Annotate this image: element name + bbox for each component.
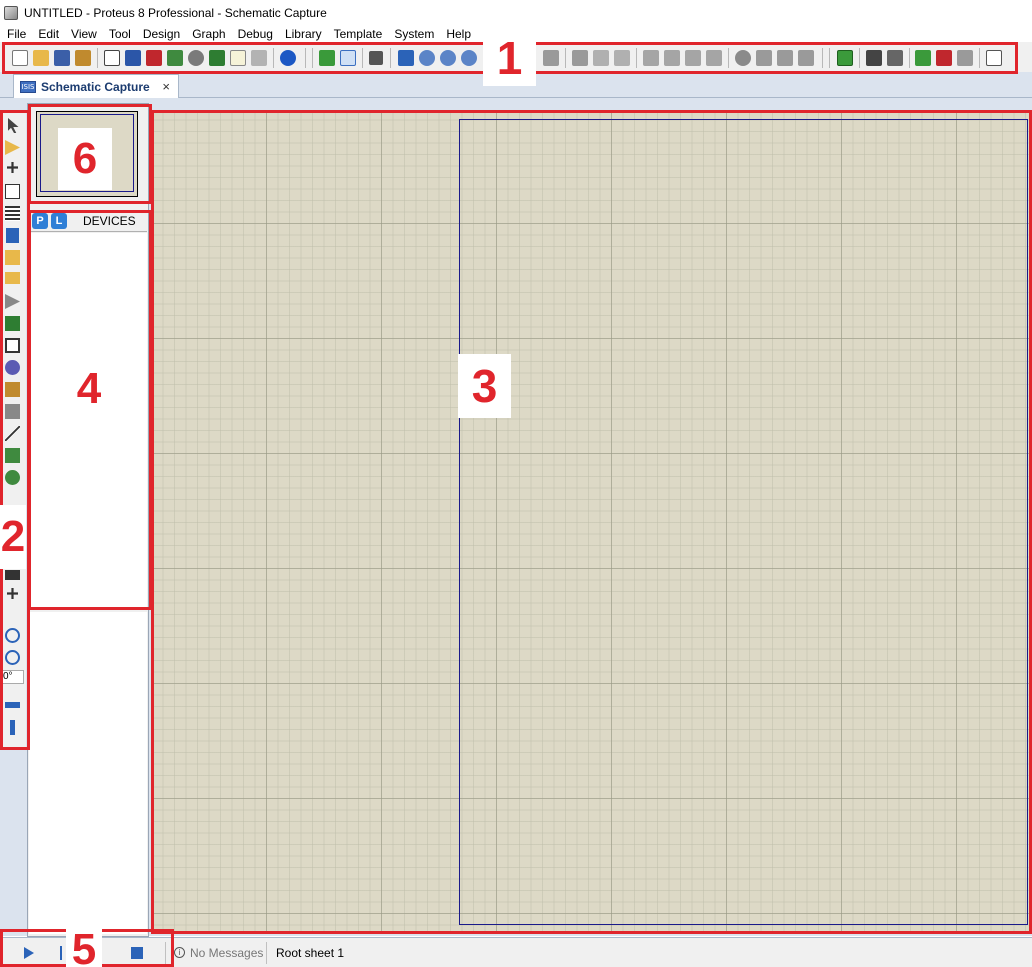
app-icon	[4, 6, 18, 20]
annotation-label-2: 2	[0, 505, 26, 569]
sheet-status: Root sheet 1	[276, 946, 345, 960]
annotation-box-canvas	[151, 110, 1032, 934]
menu-tool[interactable]: Tool	[103, 27, 137, 41]
menu-graph[interactable]: Graph	[186, 27, 231, 41]
device-preview-area	[29, 612, 147, 934]
annotation-label-5: 5	[66, 926, 102, 967]
title-bar: UNTITLED - Proteus 8 Professional - Sche…	[0, 0, 1032, 26]
annotation-label-3: 3	[458, 354, 511, 418]
window-title: UNTITLED - Proteus 8 Professional - Sche…	[24, 6, 327, 20]
annotation-box-left-toolbar	[0, 110, 30, 750]
annotation-label-1: 1	[483, 30, 536, 86]
menu-design[interactable]: Design	[137, 27, 186, 41]
tab-label: Schematic Capture	[41, 79, 150, 94]
menu-edit[interactable]: Edit	[32, 27, 65, 41]
schematic-tab-icon: ISIS	[20, 80, 36, 93]
annotation-label-6: 6	[58, 128, 112, 190]
menu-system[interactable]: System	[388, 27, 440, 41]
info-icon: i	[174, 947, 185, 958]
menu-view[interactable]: View	[65, 27, 103, 41]
menu-file[interactable]: File	[0, 27, 32, 41]
message-status[interactable]: No Messages	[190, 946, 263, 960]
menu-help[interactable]: Help	[440, 27, 477, 41]
menu-library[interactable]: Library	[279, 27, 328, 41]
tab-schematic-capture[interactable]: ISIS Schematic Capture ×	[13, 74, 179, 98]
close-icon[interactable]: ×	[162, 79, 170, 94]
annotation-label-4: 4	[76, 364, 102, 413]
menu-debug[interactable]: Debug	[232, 27, 279, 41]
menu-template[interactable]: Template	[328, 27, 389, 41]
status-separator	[266, 942, 267, 964]
